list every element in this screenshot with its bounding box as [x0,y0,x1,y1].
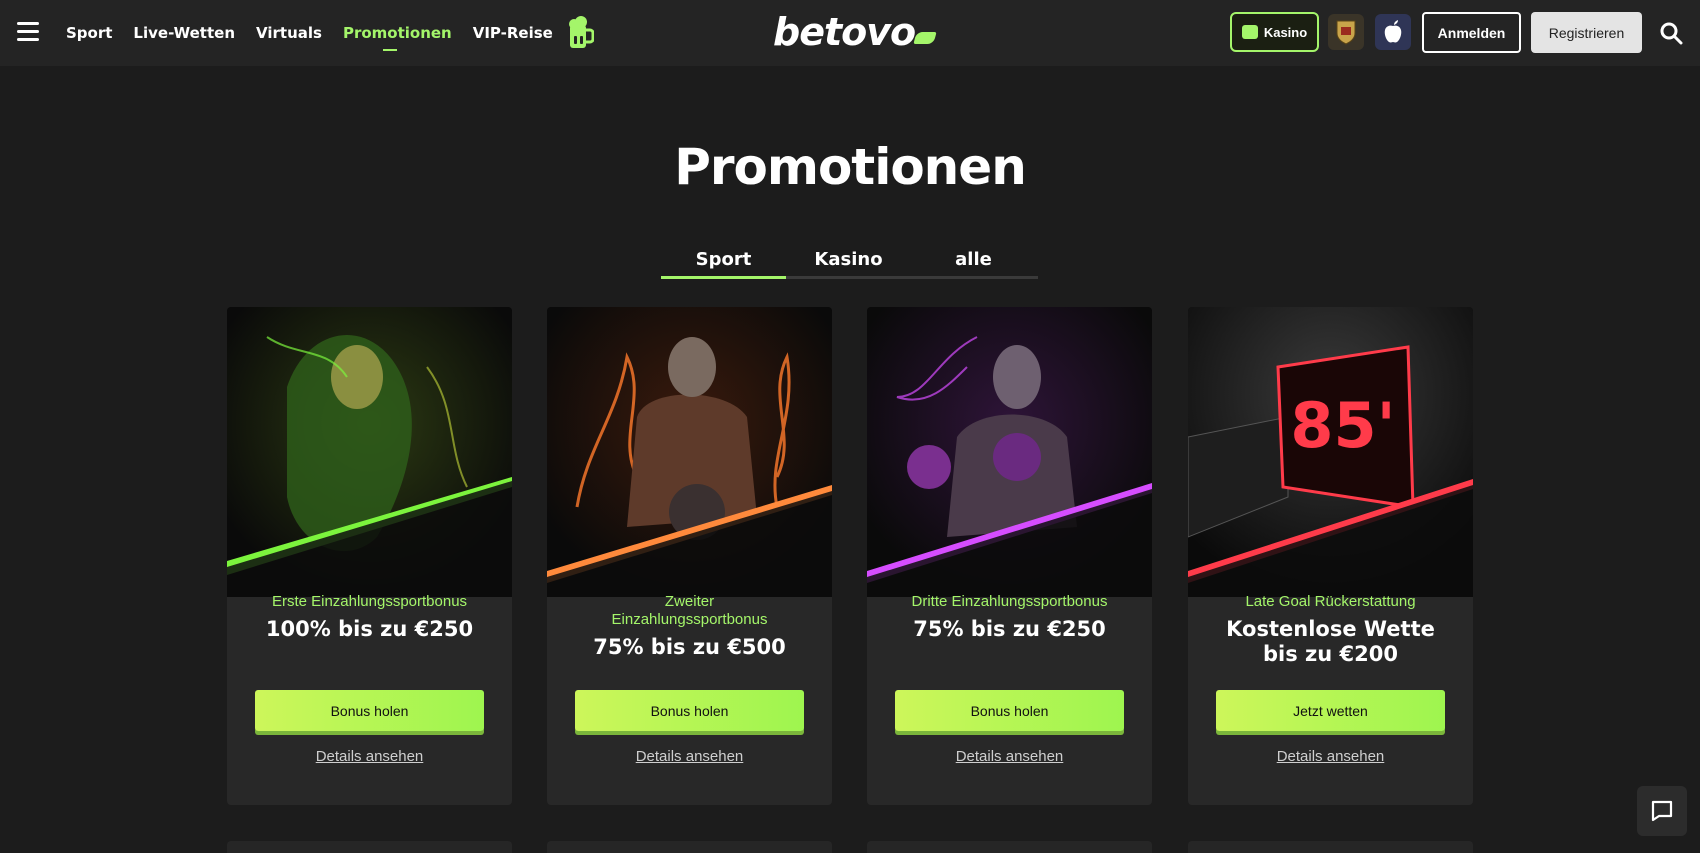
promo-subtitle: Erste Einzahlungssportbonus [271,593,468,610]
register-button[interactable]: Registrieren [1531,12,1642,53]
jetzt-wetten-button[interactable]: Jetzt wetten [1216,690,1445,731]
logo-dot-icon [913,32,937,44]
details-link[interactable]: Details ansehen [867,748,1152,765]
promo-card-late-goal: 85' Late Goal Rückerstattung Kostenlose … [1188,307,1473,805]
promo-subtitle: Late Goal Rückerstattung [1245,593,1416,610]
nav-item-sport[interactable]: Sport [66,24,112,42]
betovo-logo[interactable]: betovo [773,12,937,52]
details-link[interactable]: Details ansehen [1188,748,1473,765]
promo-headline: 75% bis zu €250 [913,617,1106,641]
top-navigation-bar: Sport Live-Wetten Virtuals Promotionen V… [0,0,1700,66]
promo-subtitle: Dritte Einzahlungssportbonus [911,593,1108,610]
search-icon[interactable] [1659,21,1683,45]
promo-card-first-deposit: Erste Einzahlungssportbonus 100% bis zu … [227,307,512,805]
promo-art-basketball [547,307,832,597]
nav-item-promotionen[interactable]: Promotionen [343,24,452,51]
apple-icon[interactable] [1375,14,1411,50]
details-link[interactable]: Details ansehen [227,748,512,765]
porsche-crest-icon[interactable] [1328,14,1364,50]
nav-item-virtuals[interactable]: Virtuals [256,24,322,42]
next-row-card [867,841,1152,853]
chat-bubble-icon [1651,800,1673,822]
promo-tabs: Sport Kasino alle [661,244,1038,279]
nav-item-live-wetten[interactable]: Live-Wetten [133,24,235,42]
promo-headline: 100% bis zu €250 [265,617,474,641]
main-nav: Sport Live-Wetten Virtuals Promotionen V… [66,0,594,66]
chat-support-button[interactable] [1637,786,1687,836]
nav-item-vip-reise[interactable]: VIP-Reise [473,24,553,42]
promo-art-goalkeeper [227,307,512,597]
beer-mug-icon[interactable] [568,16,594,50]
details-link[interactable]: Details ansehen [547,748,832,765]
page-title: Promotionen [674,138,1027,196]
casino-chip-icon [1241,25,1258,39]
bonus-holen-button[interactable]: Bonus holen [895,690,1124,731]
kasino-button[interactable]: Kasino [1230,12,1319,52]
login-button[interactable]: Anmelden [1422,12,1521,53]
crest-shield-icon [1336,20,1356,45]
scoreboard-minute: 85' [1290,389,1395,462]
promo-card-second-deposit: Zweiter Einzahlungssportbonus 75% bis zu… [547,307,832,805]
next-row-card [547,841,832,853]
promo-art-boxer [867,307,1152,597]
promo-subtitle: Zweiter Einzahlungssportbonus [611,593,768,628]
apple-logo-icon [1384,20,1402,43]
next-row-card [1188,841,1473,853]
tab-alle[interactable]: alle [911,244,1036,279]
promo-headline: Kostenlose Wette bis zu €200 [1226,617,1435,666]
tab-kasino[interactable]: Kasino [786,244,911,279]
tab-sport[interactable]: Sport [661,244,786,279]
bonus-holen-button[interactable]: Bonus holen [255,690,484,731]
next-row-card [227,841,512,853]
promo-card-third-deposit: Dritte Einzahlungssportbonus 75% bis zu … [867,307,1152,805]
promo-headline: 75% bis zu €500 [593,635,786,659]
promo-art-stadium-scoreboard: 85' [1188,307,1473,597]
bonus-holen-button[interactable]: Bonus holen [575,690,804,731]
hamburger-menu-icon[interactable] [17,22,39,42]
